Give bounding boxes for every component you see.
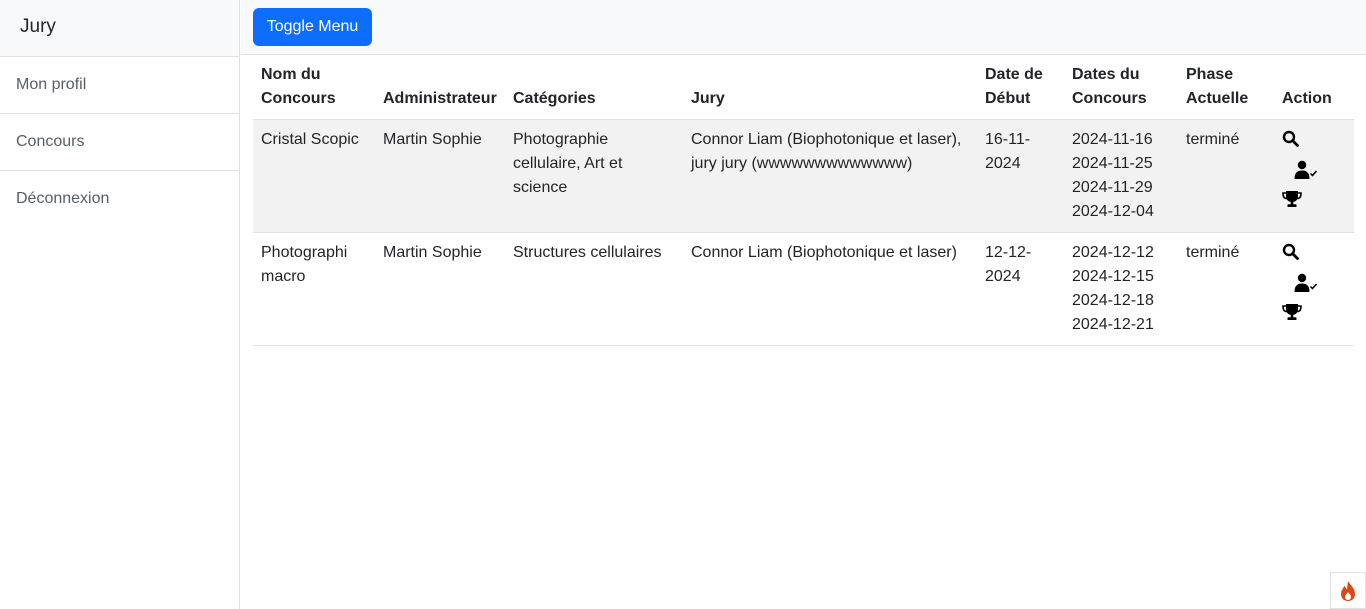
cell-categories: Structures cellulaires (513, 244, 662, 261)
cell-nom: Cristal Scopic (261, 131, 359, 148)
date-item: 2024-12-21 (1072, 316, 1154, 333)
date-item: 2024-11-29 (1072, 179, 1153, 196)
col-header-administrateur: Administrateur (383, 90, 497, 107)
sidebar-item-concours[interactable]: Concours (0, 114, 239, 171)
search-icon[interactable] (1282, 130, 1346, 160)
date-item: 2024-11-25 (1072, 155, 1153, 172)
date-item: 2024-12-04 (1072, 203, 1154, 220)
cell-date-debut: 12-12-2024 (985, 244, 1032, 285)
date-item: 2024-11-16 (1072, 131, 1153, 148)
user-check-icon[interactable] (1282, 273, 1346, 303)
trophy-icon[interactable] (1282, 190, 1346, 220)
sidebar: Jury Mon profil Concours Déconnexion (0, 0, 240, 609)
col-header-date-debut: Date de Début (985, 66, 1043, 107)
table-row: Photographi macro Martin Sophie Structur… (253, 233, 1354, 346)
date-item: 2024-12-18 (1072, 292, 1154, 309)
col-header-categories: Catégories (513, 90, 596, 107)
cell-actions (1274, 120, 1354, 233)
flame-icon[interactable] (1330, 572, 1366, 609)
toggle-menu-button[interactable]: Toggle Menu (253, 8, 372, 46)
sidebar-heading: Jury (0, 0, 239, 57)
cell-date-debut: 16-11-2024 (985, 131, 1031, 172)
table-row: Cristal Scopic Martin Sophie Photographi… (253, 119, 1354, 233)
col-header-nom: Nom du Concours (261, 66, 336, 107)
search-icon[interactable] (1282, 243, 1346, 273)
cell-nom: Photographi macro (261, 244, 348, 285)
cell-phase: terminé (1186, 131, 1240, 148)
cell-phase: terminé (1186, 244, 1240, 261)
concours-table: Nom du Concours Administrateur Catégorie… (253, 55, 1354, 346)
user-check-icon[interactable] (1282, 160, 1346, 190)
cell-categories: Photographie cellulaire, Art et science (513, 131, 623, 196)
cell-jury: Connor Liam (Biophotonique et laser), ju… (691, 131, 962, 172)
sidebar-item-mon-profil[interactable]: Mon profil (0, 57, 239, 114)
cell-administrateur: Martin Sophie (383, 131, 482, 148)
cell-administrateur: Martin Sophie (383, 244, 482, 261)
col-header-dates: Dates du Concours (1072, 66, 1147, 107)
date-item: 2024-12-12 (1072, 244, 1154, 261)
sidebar-item-deconnexion[interactable]: Déconnexion (0, 171, 239, 228)
cell-actions (1274, 233, 1354, 346)
cell-dates: 2024-12-12 2024-12-15 2024-12-18 2024-12… (1064, 233, 1178, 346)
table-header-row: Nom du Concours Administrateur Catégorie… (253, 55, 1354, 120)
col-header-phase: Phase Actuelle (1186, 66, 1249, 107)
date-item: 2024-12-15 (1072, 268, 1154, 285)
cell-dates: 2024-11-16 2024-11-25 2024-11-29 2024-12… (1064, 120, 1178, 233)
main-content: Nom du Concours Administrateur Catégorie… (253, 55, 1354, 346)
col-header-jury: Jury (691, 90, 725, 107)
col-header-action: Action (1282, 90, 1332, 107)
cell-jury: Connor Liam (Biophotonique et laser) (691, 244, 957, 261)
trophy-icon[interactable] (1282, 303, 1346, 333)
top-navbar: Toggle Menu (241, 0, 1366, 55)
